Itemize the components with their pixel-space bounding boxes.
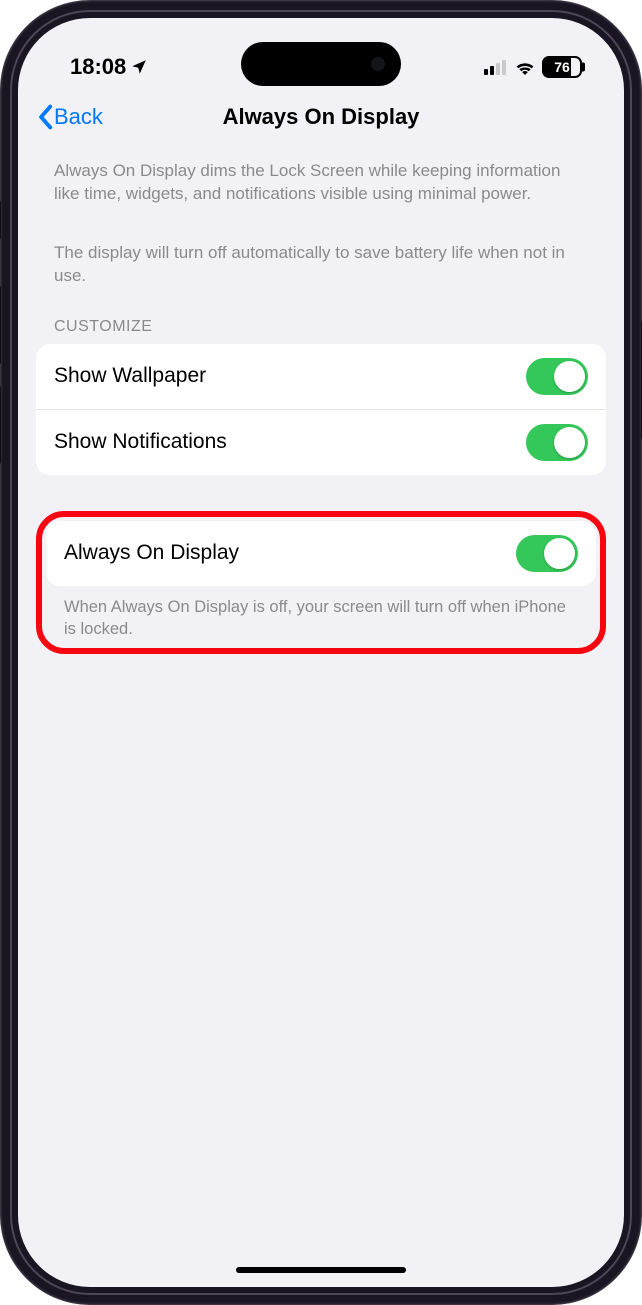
page-title: Always On Display: [18, 104, 624, 130]
row-show-notifications[interactable]: Show Notifications: [36, 409, 606, 475]
device-frame: 18:08 76: [0, 0, 642, 1305]
switch-show-notifications[interactable]: [526, 424, 588, 461]
battery-icon: 76: [542, 56, 582, 78]
battery-level: 76: [554, 59, 570, 75]
wifi-icon: [514, 59, 536, 75]
switch-always-on-display[interactable]: [516, 535, 578, 572]
row-label: Show Wallpaper: [54, 364, 206, 388]
back-button[interactable]: Back: [36, 104, 103, 130]
status-left: 18:08: [70, 54, 148, 80]
switch-show-wallpaper[interactable]: [526, 358, 588, 395]
home-indicator[interactable]: [236, 1267, 406, 1273]
customize-group: Show Wallpaper Show Notifications: [36, 344, 606, 475]
description-2: The display will turn off automatically …: [36, 228, 606, 288]
section-header-customize: CUSTOMIZE: [36, 288, 606, 344]
clock: 18:08: [70, 54, 126, 80]
back-label: Back: [54, 104, 103, 130]
aod-group: Always On Display: [46, 521, 596, 586]
row-show-wallpaper[interactable]: Show Wallpaper: [36, 344, 606, 409]
screen: 18:08 76: [18, 18, 624, 1287]
volume-up-button: [0, 285, 1, 365]
row-label: Always On Display: [64, 541, 239, 565]
dynamic-island: [241, 42, 401, 86]
row-label: Show Notifications: [54, 430, 227, 454]
highlight-callout: Always On Display When Always On Display…: [36, 511, 606, 655]
aod-footer-note: When Always On Display is off, your scre…: [46, 586, 596, 643]
row-always-on-display[interactable]: Always On Display: [46, 521, 596, 586]
silence-switch: [0, 200, 1, 240]
nav-bar: Back Always On Display: [18, 90, 624, 146]
cellular-icon: [484, 59, 508, 75]
volume-down-button: [0, 385, 1, 465]
location-icon: [130, 58, 148, 76]
content: Always On Display dims the Lock Screen w…: [18, 146, 624, 654]
description-1: Always On Display dims the Lock Screen w…: [36, 146, 606, 206]
status-right: 76: [484, 56, 582, 78]
